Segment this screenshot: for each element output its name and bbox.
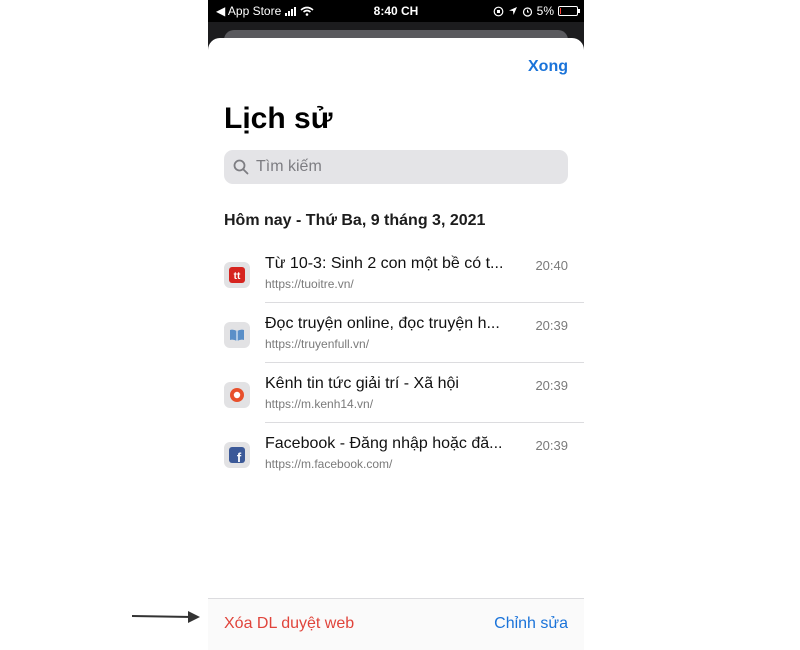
history-item-time: 20:39 <box>535 318 568 333</box>
history-item-time: 20:40 <box>535 258 568 273</box>
status-bar-right: 5% <box>493 4 580 18</box>
history-item[interactable]: Đọc truyện online, đọc truyện h... https… <box>224 303 584 363</box>
history-item-time: 20:39 <box>535 438 568 453</box>
history-item[interactable]: Kênh tin tức giải trí - Xã hội https://m… <box>224 363 584 423</box>
history-item-title: Kênh tin tức giải trí - Xã hội <box>265 375 459 392</box>
done-button[interactable]: Xong <box>528 58 568 76</box>
edit-button[interactable]: Chỉnh sửa <box>494 615 568 633</box>
battery-level-fill <box>560 8 561 14</box>
svg-text:tt: tt <box>234 271 241 282</box>
history-item-url: https://m.kenh14.vn/ <box>265 397 374 411</box>
bottom-toolbar: Xóa DL duyệt web Chỉnh sửa <box>208 598 584 650</box>
history-sheet: Xong Lịch sử Hôm nay - Thứ Ba, 9 tháng 3… <box>208 38 584 650</box>
history-item[interactable]: tt Từ 10-3: Sinh 2 con một bề có t... ht… <box>224 243 584 303</box>
history-item-url: https://truyenfull.vn/ <box>265 337 370 351</box>
battery-percent: 5% <box>536 4 554 18</box>
location-icon <box>508 7 517 15</box>
history-item-title: Từ 10-3: Sinh 2 con một bề có t... <box>265 255 504 272</box>
history-item-title: Đọc truyện online, đọc truyện h... <box>265 315 500 332</box>
history-item-title: Facebook - Đăng nhập hoặc đă... <box>265 435 503 452</box>
page-title: Lịch sử <box>224 102 333 135</box>
alarm-icon <box>522 6 532 17</box>
history-item-url: https://m.facebook.com/ <box>265 457 393 471</box>
history-item-time: 20:39 <box>535 378 568 393</box>
search-bar[interactable] <box>224 150 568 184</box>
status-bar: ◀ App Store 8:40 CH 5% <box>208 0 584 22</box>
clear-browsing-data-button[interactable]: Xóa DL duyệt web <box>224 615 354 633</box>
history-item[interactable]: f Facebook - Đăng nhập hoặc đă... https:… <box>224 423 584 483</box>
annotation-arrow-icon <box>132 611 200 623</box>
battery-icon <box>558 6 580 16</box>
book-icon <box>224 322 250 348</box>
history-list: tt Từ 10-3: Sinh 2 con một bề có t... ht… <box>224 243 584 483</box>
tuoitre-icon: tt <box>224 262 250 288</box>
screenshot-page: ◀ App Store 8:40 CH 5% Xong Lịch sử Tìm … <box>0 0 800 650</box>
search-input[interactable] <box>254 157 558 177</box>
section-header-today: Hôm nay - Thứ Ba, 9 tháng 3, 2021 <box>224 212 486 229</box>
svg-text:f: f <box>237 450 242 463</box>
kenh14-icon <box>224 382 250 408</box>
history-item-url: https://tuoitre.vn/ <box>265 277 354 291</box>
orientation-lock-icon <box>493 6 504 16</box>
search-icon <box>232 158 250 176</box>
facebook-icon: f <box>224 442 250 468</box>
